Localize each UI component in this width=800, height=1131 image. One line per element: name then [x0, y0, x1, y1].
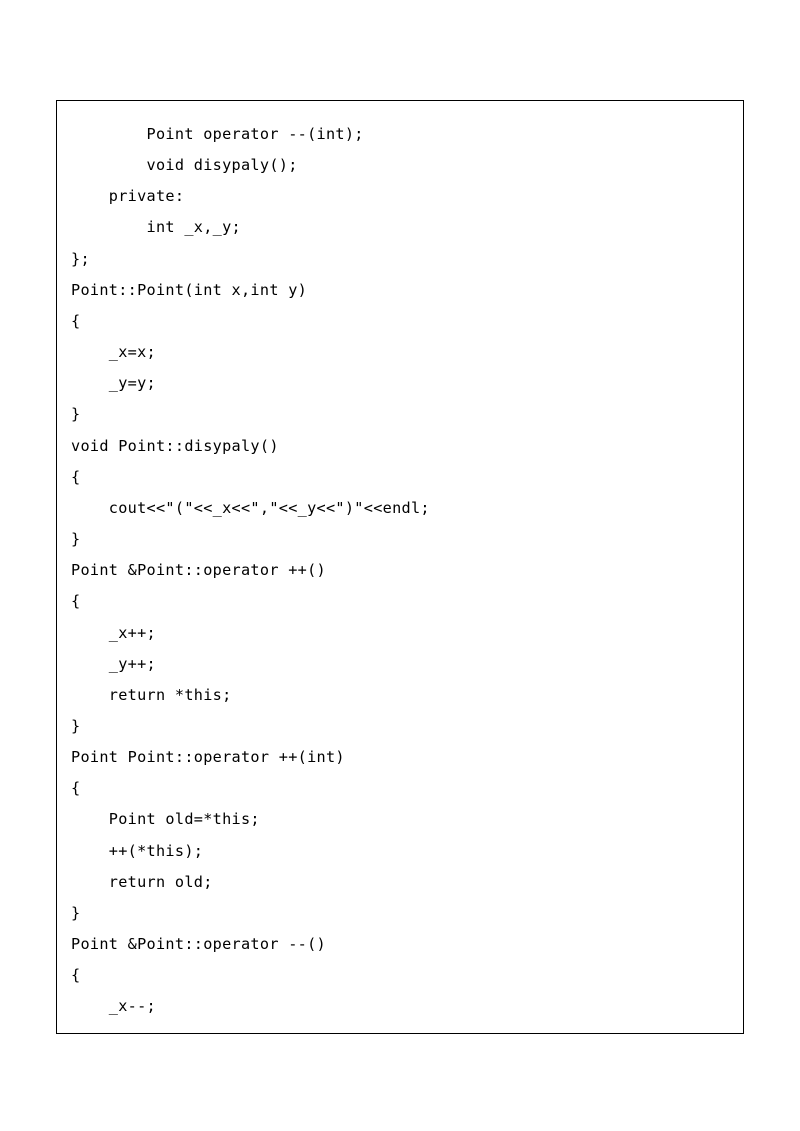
- code-line: Point Point::operator ++(int): [71, 742, 729, 773]
- code-line: }: [71, 524, 729, 555]
- code-line: {: [71, 960, 729, 991]
- code-line: {: [71, 773, 729, 804]
- code-line: return *this;: [71, 680, 729, 711]
- code-line: }: [71, 711, 729, 742]
- code-line: cout<<"("<<_x<<","<<_y<<")"<<endl;: [71, 493, 729, 524]
- code-line: Point &Point::operator ++(): [71, 555, 729, 586]
- code-line: int _x,_y;: [71, 212, 729, 243]
- code-line: return old;: [71, 867, 729, 898]
- code-line: _x--;: [71, 991, 729, 1022]
- code-line: Point::Point(int x,int y): [71, 275, 729, 306]
- code-line: void Point::disypaly(): [71, 431, 729, 462]
- code-line: ++(*this);: [71, 836, 729, 867]
- code-line: void disypaly();: [71, 150, 729, 181]
- code-line: _x++;: [71, 618, 729, 649]
- code-container: Point operator --(int); void disypaly();…: [56, 100, 744, 1034]
- code-line: Point operator --(int);: [71, 119, 729, 150]
- code-line: }: [71, 399, 729, 430]
- code-line: };: [71, 244, 729, 275]
- code-line: }: [71, 898, 729, 929]
- code-line: {: [71, 586, 729, 617]
- code-line: {: [71, 462, 729, 493]
- code-line: {: [71, 306, 729, 337]
- code-line: _y=y;: [71, 368, 729, 399]
- code-line: _x=x;: [71, 337, 729, 368]
- code-line: Point old=*this;: [71, 804, 729, 835]
- code-line: _y++;: [71, 649, 729, 680]
- code-line: private:: [71, 181, 729, 212]
- code-line: Point &Point::operator --(): [71, 929, 729, 960]
